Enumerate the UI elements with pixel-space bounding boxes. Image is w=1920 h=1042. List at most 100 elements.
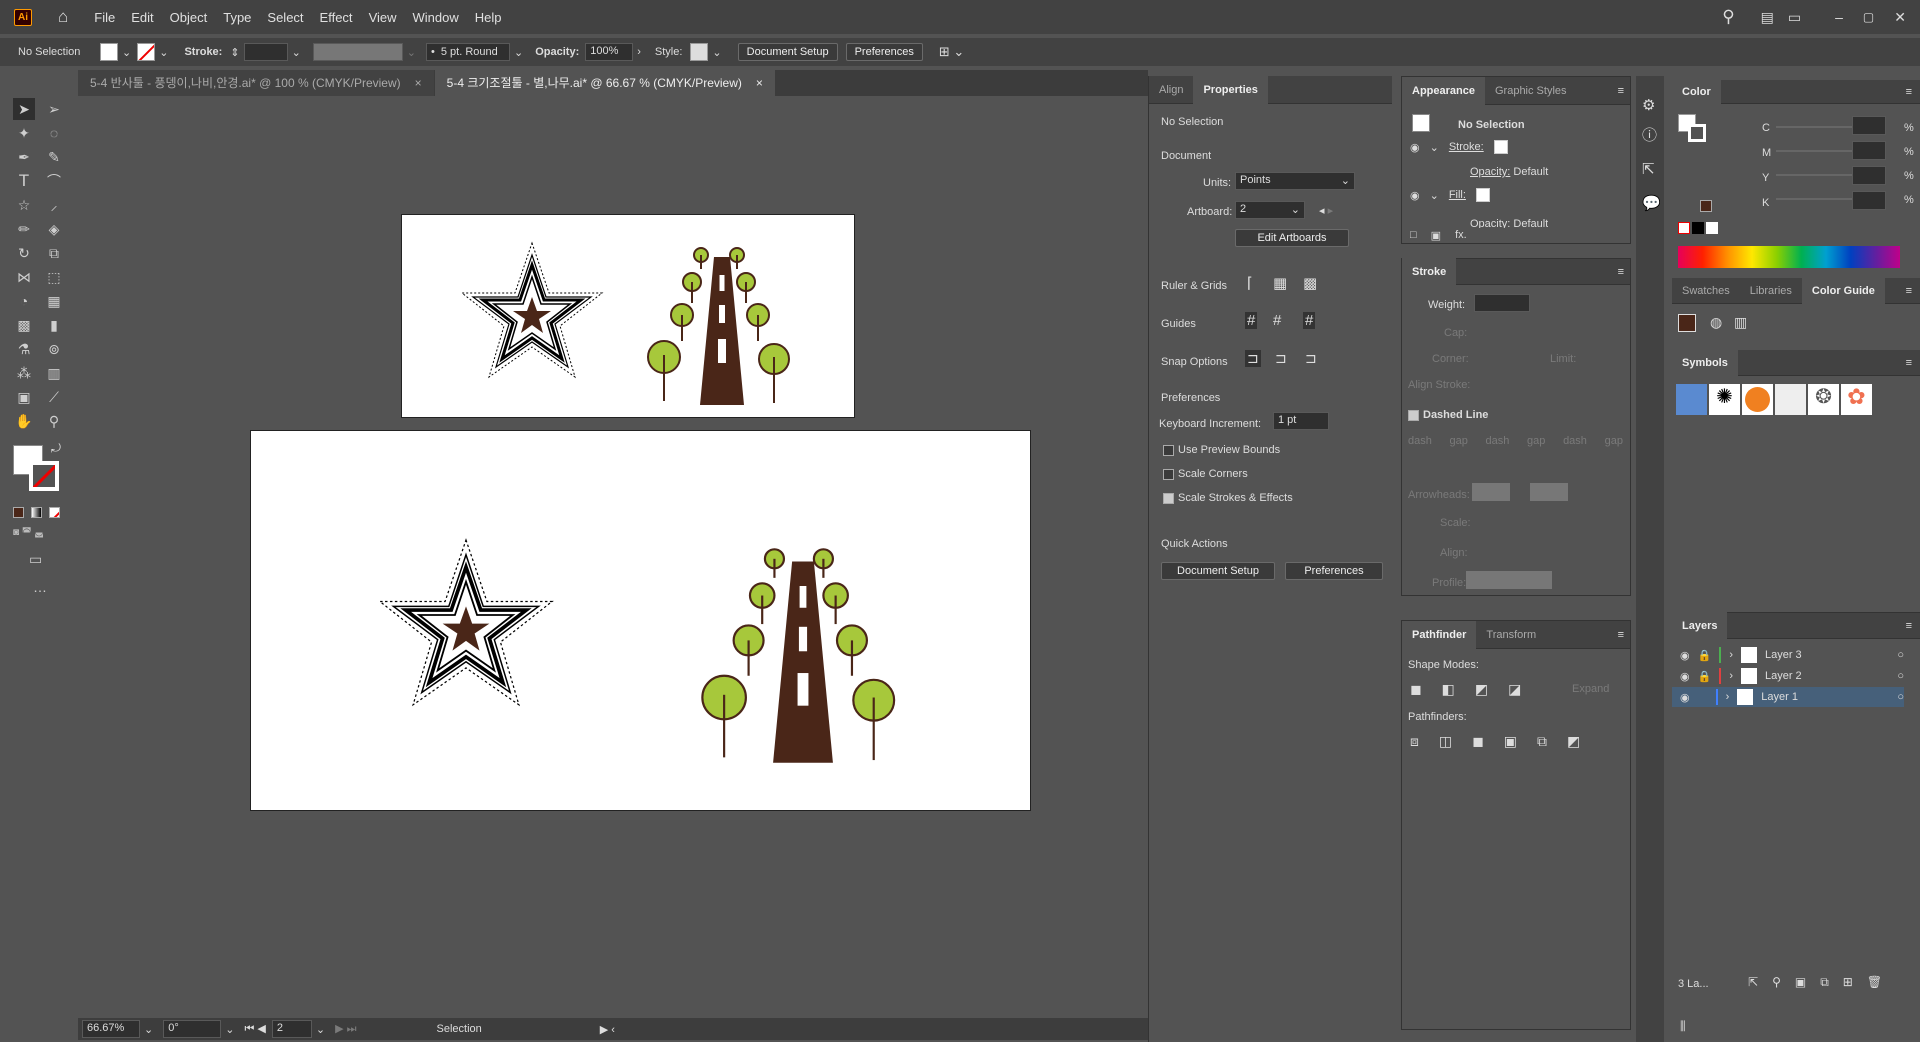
tab-color-guide[interactable]: Color Guide (1801, 276, 1885, 305)
type-tool-icon[interactable]: T (13, 170, 35, 192)
layer-row-3[interactable]: ◉ 🔒 › Layer 3 ○ (1672, 645, 1904, 665)
menu-edit[interactable]: Edit (123, 10, 161, 25)
hand-tool-icon[interactable]: ✋ (13, 410, 35, 432)
maximize-icon[interactable]: ▢ (1863, 10, 1874, 24)
document-setup-button[interactable]: Document Setup (737, 43, 838, 61)
graph-tool-icon[interactable]: ▥ (43, 362, 65, 384)
tab-transform[interactable]: Transform (1476, 621, 1546, 649)
arrange-icon[interactable]: ▭ (1788, 9, 1801, 26)
cmyk-fields[interactable] (1852, 116, 1886, 210)
width-tool-icon[interactable]: ⋈ (13, 266, 35, 288)
star-tool-icon[interactable]: ☆ (13, 194, 35, 216)
snap-pixel-icon[interactable]: ⊐ (1305, 350, 1317, 367)
fx-icon[interactable]: fx. (1455, 229, 1467, 242)
prev-artboard-icon[interactable]: ◂ ▸ (1319, 204, 1333, 217)
fill-stroke-widget[interactable]: ⤾ (13, 441, 65, 497)
keyboard-increment-field[interactable]: 1 pt (1273, 412, 1329, 430)
smart-guides-icon[interactable]: # (1303, 312, 1316, 329)
artboard-nav-field[interactable]: 2 (271, 1020, 312, 1038)
workspace-icon[interactable]: ▤ (1761, 9, 1774, 26)
none-mode-icon[interactable] (49, 507, 60, 518)
expand-button[interactable]: Expand (1572, 683, 1609, 695)
layer-row-1[interactable]: ◉ › Layer 1 ○ (1672, 687, 1904, 707)
add-fill-icon[interactable]: ▣ (1431, 229, 1441, 242)
shape-builder-icon[interactable]: ◔ (13, 290, 35, 312)
arrowhead-end-select[interactable] (1530, 483, 1568, 501)
eraser-icon[interactable]: ◈ (43, 218, 65, 240)
tab-swatches[interactable]: Swatches (1672, 277, 1740, 305)
preferences-button[interactable]: Preferences (845, 43, 923, 61)
eyedropper-icon[interactable]: ⚗ (13, 338, 35, 360)
opacity-row[interactable]: Opacity: Default (1470, 166, 1548, 178)
grid-icon[interactable]: ▦ (1273, 274, 1287, 292)
pencil-icon[interactable]: ✏ (13, 218, 35, 240)
tab-close-icon[interactable]: × (756, 70, 763, 96)
opacity-field[interactable]: 100% (585, 43, 634, 61)
qa-document-setup-button[interactable]: Document Setup (1161, 562, 1275, 580)
arrowhead-start-select[interactable] (1472, 483, 1510, 501)
weight-field[interactable] (1474, 294, 1530, 312)
tab-align[interactable]: Align (1149, 76, 1193, 104)
opacity-row-2[interactable]: Opacity: Default (1470, 218, 1548, 228)
paintbrush-icon[interactable]: ⸝ (43, 194, 65, 216)
search-icon[interactable]: ⚲ (1722, 7, 1734, 27)
ruler-icon[interactable]: ⌈ (1247, 274, 1253, 292)
style-swatch[interactable] (690, 43, 709, 61)
black-swatch-icon[interactable] (1692, 222, 1704, 234)
home-icon[interactable]: ⌂ (58, 7, 68, 27)
menu-type[interactable]: Type (215, 10, 259, 25)
white-swatch-icon[interactable] (1706, 222, 1718, 234)
add-stroke-icon[interactable]: □ (1410, 229, 1417, 242)
pathfinder-icons[interactable]: ⧈ ◫ ◼ ▣ ⧉ ◩ (1410, 733, 1580, 750)
rotate-tool-icon[interactable]: ↻ (13, 242, 35, 264)
info-icon[interactable]: ⓘ (1642, 124, 1657, 145)
export-icon[interactable]: ⇱ (1642, 160, 1655, 178)
pen-tool-icon[interactable]: ✒ (13, 146, 35, 168)
qa-preferences-button[interactable]: Preferences (1285, 562, 1383, 580)
shape-modes-icons[interactable]: ◼ ◧ ◩ ◪ (1410, 681, 1521, 698)
menu-select[interactable]: Select (259, 10, 311, 25)
panel-menu-icon[interactable]: ≡ (1906, 357, 1912, 369)
menu-file[interactable]: File (86, 10, 123, 25)
zoom-field[interactable]: 66.67% (82, 1020, 140, 1038)
next-artboard-icon[interactable]: ▶ ⏭ (335, 1022, 356, 1036)
menu-help[interactable]: Help (467, 10, 510, 25)
status-arrow-icon[interactable]: ▶ ‹ (600, 1023, 615, 1036)
menu-object[interactable]: Object (162, 10, 216, 25)
properties-strip-icon[interactable]: ⚙ (1642, 96, 1655, 114)
artboard-tool-icon[interactable]: ▣ (13, 386, 35, 408)
comments-icon[interactable]: 💬 (1642, 194, 1661, 212)
harmony-icon[interactable]: ▥ (1734, 314, 1747, 331)
screen-mode-icon[interactable]: ▭ (29, 551, 42, 568)
scale-corners-checkbox[interactable]: Scale Corners (1163, 468, 1248, 480)
show-guides-icon[interactable]: # (1245, 312, 1258, 329)
menu-view[interactable]: View (361, 10, 405, 25)
layer-row-2[interactable]: ◉ 🔒 › Layer 2 ○ (1672, 666, 1904, 686)
stroke-weight-field[interactable] (243, 43, 288, 61)
tab-libraries[interactable]: Libraries (1740, 277, 1802, 305)
panel-menu-icon[interactable]: ≡ (1906, 620, 1912, 632)
blend-tool-icon[interactable]: ⊚ (43, 338, 65, 360)
more-tools-icon[interactable]: … (33, 579, 47, 595)
units-select[interactable]: Points ⌄ (1235, 172, 1355, 190)
edit-artboards-button[interactable]: Edit Artboards (1235, 229, 1349, 247)
curvature-tool-icon[interactable]: ✎ (43, 146, 65, 168)
panel-menu-icon[interactable]: ≡ (1906, 86, 1912, 98)
tab-pathfinder[interactable]: Pathfinder (1402, 620, 1477, 649)
scale-strokes-checkbox[interactable]: Scale Strokes & Effects (1163, 492, 1293, 504)
stroke-row[interactable]: ◉ ⌄ Stroke: (1410, 140, 1615, 154)
panel-menu-icon[interactable]: ≡ (1618, 629, 1624, 641)
symbol-sprayer-icon[interactable]: ⁂ (13, 362, 35, 384)
color-fill-stroke-icon[interactable] (1678, 114, 1712, 148)
artboard-1[interactable] (401, 214, 855, 418)
libraries-bottom-icon[interactable]: ⫼ (1680, 1019, 1686, 1034)
panel-menu-icon[interactable]: ≡ (1618, 85, 1624, 97)
tab-document-1[interactable]: 5-4 반사툴 - 풍뎅이,나비,안경.ai* @ 100 % (CMYK/Pr… (78, 70, 434, 96)
use-preview-bounds-checkbox[interactable]: Use Preview Bounds (1163, 444, 1280, 456)
dashed-line-checkbox[interactable]: Dashed Line (1408, 409, 1488, 421)
tab-document-2[interactable]: 5-4 크기조절툴 - 별,나무.ai* @ 66.67 % (CMYK/Pre… (434, 70, 775, 96)
menu-window[interactable]: Window (405, 10, 467, 25)
panel-menu-icon[interactable]: ≡ (1618, 266, 1624, 278)
stroke-swatch[interactable] (137, 43, 156, 61)
line-tool-icon[interactable]: ⌒ (43, 170, 65, 192)
